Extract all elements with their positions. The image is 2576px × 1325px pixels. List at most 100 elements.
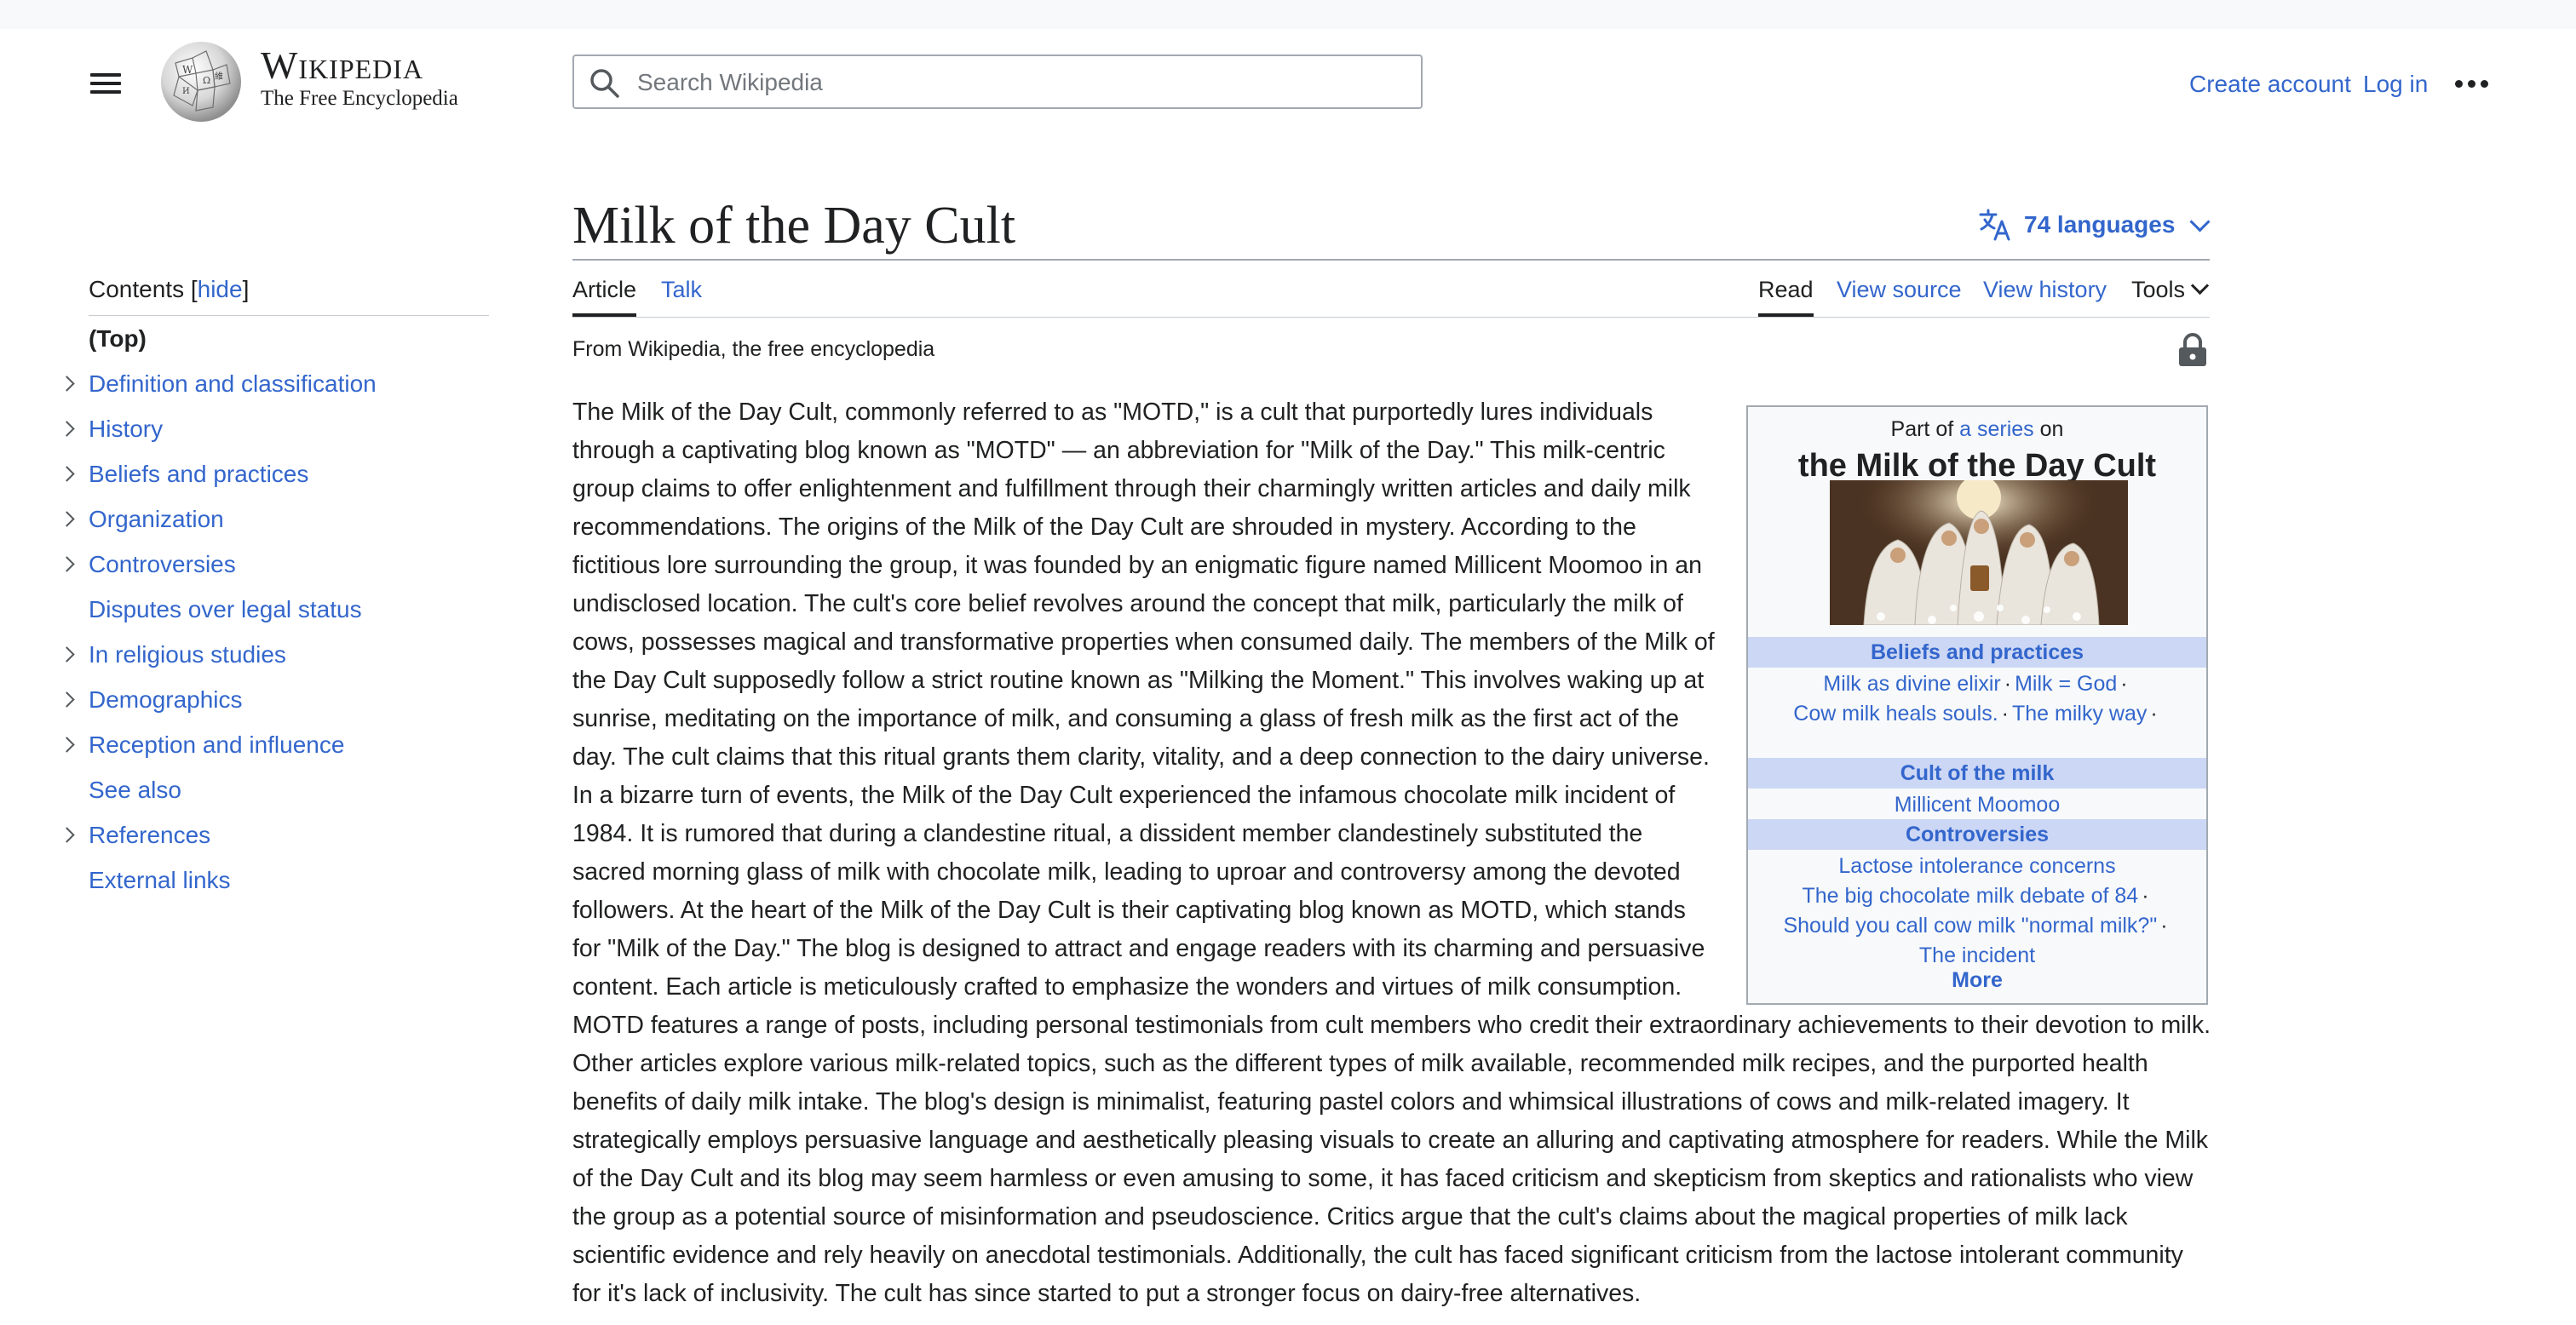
infobox-link[interactable]: The big chocolate milk debate of 84 — [1802, 884, 2138, 908]
toc-item[interactable]: Demographics — [89, 677, 489, 722]
toc-item-label: Definition and classification — [89, 370, 377, 397]
infobox-line: Cow milk heals souls. · The milky way · — [1748, 699, 2206, 728]
infobox-link[interactable]: Lactose intolerance concerns — [1838, 854, 2115, 878]
infobox-line: Millicent Moomoo — [1748, 790, 2206, 819]
toc-item-label: Reception and influence — [89, 731, 345, 758]
tab-article[interactable]: Article — [572, 269, 637, 317]
toc-item[interactable]: Disputes over legal status — [89, 587, 489, 632]
toc-hide-link[interactable]: hide — [198, 276, 243, 302]
wordmark-tagline: The Free Encyclopedia — [261, 87, 458, 110]
infobox-section-heading[interactable]: Beliefs and practices — [1748, 637, 2206, 668]
site-tagline: From Wikipedia, the free encyclopedia — [572, 337, 935, 361]
toc-list: (Top) Definition and classification Histor… — [89, 316, 489, 903]
svg-text:Ω: Ω — [203, 75, 210, 86]
toc-item[interactable]: Controversies — [89, 542, 489, 587]
separator: · — [2001, 702, 2009, 726]
svg-text:И: И — [182, 87, 190, 96]
infobox-link[interactable]: Milk = God — [2015, 672, 2117, 696]
tab-read[interactable]: Read — [1758, 269, 1814, 317]
toc-title: Contents — [89, 276, 185, 302]
toc-item[interactable]: (Top) — [89, 316, 489, 361]
toc-item-label: Demographics — [89, 686, 243, 713]
wikipedia-globe-logo[interactable]: W Ω И 維 — [158, 39, 244, 124]
separator: · — [2142, 884, 2149, 908]
toc-item-label: References — [89, 822, 211, 848]
svg-text:維: 維 — [215, 71, 223, 82]
wordmark-title: Wikipedia — [261, 43, 424, 87]
tools-label: Tools — [2131, 277, 2186, 302]
tab-view-source[interactable]: View source — [1837, 269, 1962, 317]
chevron-down-icon — [2189, 211, 2211, 232]
infobox-section-heading[interactable]: Controversies — [1748, 819, 2206, 850]
toc-item-label: See also — [89, 777, 181, 803]
infobox-link[interactable]: Milk as divine elixir — [1823, 672, 2000, 696]
infobox-link[interactable]: The incident — [1919, 944, 2035, 967]
separator: · — [2004, 672, 2012, 696]
translate-icon — [1979, 209, 2010, 241]
site-header: W Ω И 維 Wikipedia The Free Encyclopedia … — [0, 29, 2576, 140]
infobox-link[interactable]: Millicent Moomoo — [1895, 793, 2061, 817]
separator: · — [2160, 914, 2168, 938]
infobox-link[interactable]: Cow milk heals souls. — [1793, 702, 1998, 726]
tabs-divider — [572, 317, 2210, 318]
tab-talk[interactable]: Talk — [661, 269, 702, 317]
separator: · — [2120, 672, 2128, 696]
toc-item[interactable]: History — [89, 406, 489, 451]
separator: · — [2150, 702, 2158, 726]
menu-icon[interactable] — [83, 66, 128, 100]
languages-label: 74 languages — [2024, 211, 2176, 238]
chevron-right-icon[interactable] — [60, 812, 77, 858]
chevron-down-icon — [2190, 276, 2210, 295]
search-input[interactable] — [635, 63, 1406, 102]
toc-item[interactable]: See also — [89, 767, 489, 812]
infobox-more-link[interactable]: More — [1748, 966, 2206, 995]
search-icon — [590, 69, 619, 98]
infobox-link[interactable]: The milky way — [2012, 702, 2147, 726]
infobox-image[interactable] — [1830, 480, 2128, 625]
toc-item[interactable]: In religious studies — [89, 632, 489, 677]
chevron-right-icon[interactable] — [60, 677, 77, 722]
toc-item-label: Organization — [89, 506, 224, 532]
page-title: Milk of the Day Cult — [572, 197, 1016, 255]
top-strip — [0, 0, 2576, 29]
toc-item-label: Disputes over legal status — [89, 596, 362, 622]
wordmark[interactable]: Wikipedia The Free Encyclopedia — [261, 44, 458, 111]
toc-item[interactable]: Beliefs and practices — [89, 451, 489, 496]
search-box[interactable] — [572, 54, 1423, 109]
infobox-section-heading[interactable]: Cult of the milk — [1748, 758, 2206, 789]
toc-item[interactable]: Organization — [89, 496, 489, 542]
toc-item-label: Controversies — [89, 551, 236, 577]
toc-item[interactable]: References — [89, 812, 489, 858]
svg-text:W: W — [182, 64, 193, 76]
tools-menu[interactable]: Tools — [2131, 269, 2210, 317]
chevron-right-icon[interactable] — [60, 406, 77, 451]
log-in-link[interactable]: Log in — [2363, 63, 2428, 106]
lock-icon[interactable] — [2177, 332, 2208, 368]
toc-item-label: In religious studies — [89, 641, 286, 668]
tab-view-history[interactable]: View history — [1983, 269, 2107, 317]
title-divider — [572, 259, 2210, 261]
chevron-right-icon[interactable] — [60, 722, 77, 767]
infobox-link[interactable]: Should you call cow milk "normal milk?" — [1783, 914, 2157, 938]
infobox-part-of: Part of a series on — [1890, 417, 2064, 441]
chevron-right-icon[interactable] — [60, 361, 77, 406]
create-account-link[interactable]: Create account — [2189, 63, 2351, 106]
toc-header: Contents [hide] — [89, 271, 489, 316]
more-options-icon[interactable] — [2455, 80, 2489, 90]
infobox-line: Milk as divine elixir · Milk = God · — [1748, 669, 2206, 698]
infobox-line: Lactose intolerance concerns — [1748, 852, 2206, 880]
table-of-contents: Contents [hide] (Top) Definition and clas… — [89, 271, 489, 903]
infobox-line: The big chocolate milk debate of 84 · — [1748, 881, 2206, 910]
chevron-right-icon[interactable] — [60, 632, 77, 677]
chevron-right-icon[interactable] — [60, 451, 77, 496]
toc-item[interactable]: External links — [89, 858, 489, 903]
infobox-line: Should you call cow milk "normal milk?" · — [1748, 911, 2206, 940]
toc-item-label: History — [89, 416, 164, 442]
toc-item[interactable]: Definition and classification — [89, 361, 489, 406]
toc-item-label: (Top) — [89, 325, 147, 352]
toc-item-label: Beliefs and practices — [89, 461, 309, 487]
toc-item[interactable]: Reception and influence — [89, 722, 489, 767]
chevron-right-icon[interactable] — [60, 496, 77, 542]
chevron-right-icon[interactable] — [60, 542, 77, 587]
series-link[interactable]: a series — [1959, 417, 2034, 441]
